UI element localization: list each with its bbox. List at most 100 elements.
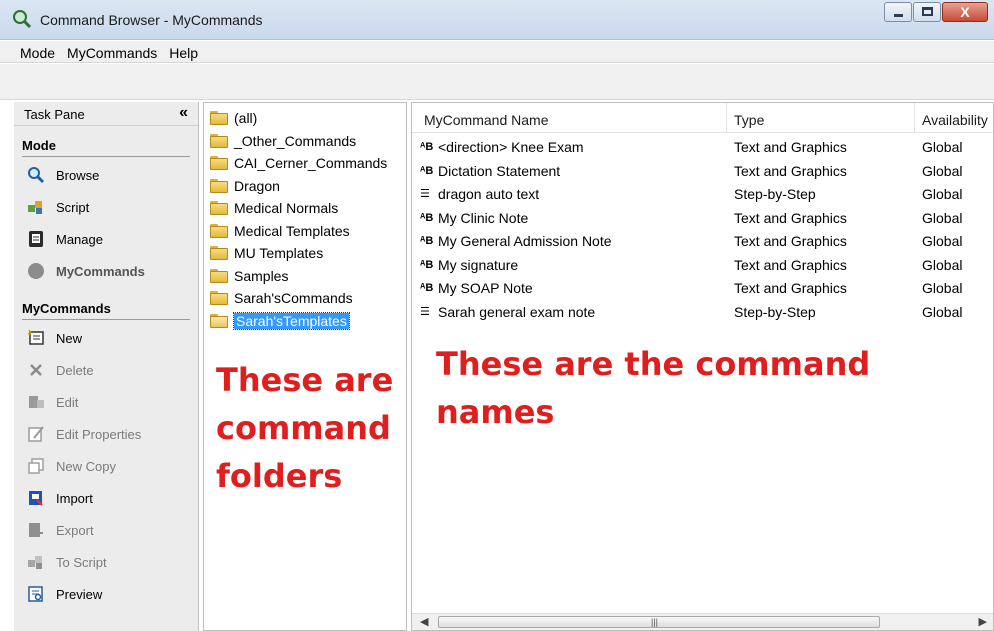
collapse-pane-button[interactable]: « — [179, 104, 188, 122]
table-row[interactable]: ᴬB <direction> Knee Exam Text and Graphi… — [412, 136, 993, 159]
table-row[interactable]: ᴬB My General Admission Note Text and Gr… — [412, 230, 993, 253]
close-button[interactable]: X — [942, 2, 988, 22]
table-row[interactable]: ᴬB My SOAP Note Text and Graphics Global — [412, 277, 993, 300]
names-annotation-line: These are the command — [436, 345, 871, 383]
app-magnifier-icon — [13, 10, 32, 29]
mode-browse[interactable]: Browse — [14, 159, 198, 191]
mode-section-heading: Mode — [22, 138, 190, 157]
command-name: Dictation Statement — [438, 162, 561, 179]
action-to-script[interactable]: To Script — [14, 546, 198, 578]
text-graphics-icon: ᴬB — [420, 282, 434, 294]
action-edit[interactable]: Edit — [14, 386, 198, 418]
maximize-icon — [922, 7, 933, 16]
manage-book-icon — [29, 231, 43, 247]
folder-item-samples[interactable]: Samples — [204, 265, 406, 288]
action-import[interactable]: Import — [14, 482, 198, 514]
folder-label: Medical Normals — [234, 200, 339, 217]
minimize-button[interactable] — [884, 2, 912, 22]
folder-icon — [210, 156, 228, 171]
mode-manage[interactable]: Manage — [14, 223, 198, 255]
scroll-left-arrow-icon[interactable]: ◀ — [420, 615, 428, 628]
column-header-type[interactable]: Type — [734, 112, 764, 128]
folder-label-selected: Sarah'sTemplates — [233, 311, 350, 330]
folder-item-medical-normals[interactable]: Medical Normals — [204, 197, 406, 220]
mycommands-section-heading: MyCommands — [22, 301, 190, 320]
task-pane: Task Pane « Mode Browse Script Manage My… — [14, 102, 199, 631]
mode-manage-label: Manage — [56, 231, 103, 247]
menu-bar: Mode MyCommands Help — [0, 41, 994, 63]
table-row[interactable]: ᴬB My Clinic Note Text and Graphics Glob… — [412, 207, 993, 230]
mycommands-circle-icon — [28, 263, 44, 279]
folder-label: Samples — [234, 267, 289, 284]
maximize-button[interactable] — [913, 2, 941, 22]
folder-icon — [210, 246, 228, 261]
command-type: Text and Graphics — [734, 233, 847, 249]
text-graphics-icon: ᴬB — [420, 235, 434, 247]
mode-script-label: Script — [56, 199, 90, 215]
command-name: dragon auto text — [438, 186, 540, 202]
task-pane-header: Task Pane « — [14, 102, 198, 126]
folder-icon — [210, 223, 228, 238]
action-new-copy-label: New Copy — [56, 458, 116, 474]
folder-item-sarahs-templates[interactable]: Sarah'sTemplates — [204, 310, 406, 333]
export-icon — [29, 523, 43, 537]
mode-mycommands-label: MyCommands — [56, 263, 145, 279]
mode-mycommands[interactable]: MyCommands — [14, 255, 198, 287]
folder-icon — [210, 201, 228, 216]
action-export[interactable]: Export — [14, 514, 198, 546]
folders-annotation-line: folders — [216, 457, 343, 495]
folder-item-medical-templates[interactable]: Medical Templates — [204, 220, 406, 243]
horizontal-scrollbar[interactable]: ◀ ||| ▶ — [412, 613, 993, 630]
folder-item-all[interactable]: (all) — [204, 107, 406, 130]
action-delete-label: Delete — [56, 362, 94, 378]
action-edit-properties[interactable]: Edit Properties — [14, 418, 198, 450]
column-divider[interactable] — [726, 103, 727, 133]
column-header-name[interactable]: MyCommand Name — [424, 112, 548, 128]
folder-item-cai-cerner-commands[interactable]: CAI_Cerner_Commands — [204, 152, 406, 175]
text-graphics-icon: ᴬB — [420, 141, 434, 153]
action-delete[interactable]: Delete — [14, 354, 198, 386]
menu-mycommands[interactable]: MyCommands — [61, 41, 163, 62]
menu-mode[interactable]: Mode — [14, 41, 61, 62]
command-name: Sarah general exam note — [438, 303, 596, 320]
folder-label: Sarah'sCommands — [234, 290, 353, 307]
window-title: Command Browser - MyCommands — [40, 12, 263, 28]
action-new[interactable]: New — [14, 322, 198, 354]
action-edit-properties-label: Edit Properties — [56, 426, 142, 442]
action-to-script-label: To Script — [56, 554, 107, 570]
folder-label: MU Templates — [234, 245, 324, 262]
action-preview[interactable]: Preview — [14, 578, 198, 610]
new-command-icon — [28, 329, 44, 345]
folder-item-sarahs-commands[interactable]: Sarah'sCommands — [204, 287, 406, 310]
command-type: Step-by-Step — [734, 303, 816, 320]
folder-icon — [210, 133, 228, 148]
task-pane-title: Task Pane — [24, 107, 85, 122]
table-row[interactable]: ᴬB My signature Text and Graphics Global — [412, 254, 993, 277]
folder-item-dragon[interactable]: Dragon — [204, 175, 406, 198]
command-availability: Global — [922, 280, 963, 296]
action-export-label: Export — [56, 522, 94, 538]
action-import-label: Import — [56, 490, 93, 506]
open-folder-icon — [210, 313, 228, 328]
edit-icon — [29, 396, 44, 408]
scrollbar-thumb[interactable]: ||| — [438, 616, 880, 628]
scroll-right-arrow-icon[interactable]: ▶ — [979, 615, 987, 628]
table-row[interactable]: ☰ dragon auto text Step-by-Step Global — [412, 183, 993, 206]
mode-script[interactable]: Script — [14, 191, 198, 223]
action-preview-label: Preview — [56, 586, 103, 602]
table-row[interactable]: ᴬB Dictation Statement Text and Graphics… — [412, 160, 993, 183]
command-availability: Global — [922, 186, 963, 202]
column-divider[interactable] — [914, 103, 915, 133]
names-annotation: These are the command names — [436, 340, 976, 436]
command-name: <direction> Knee Exam — [438, 139, 584, 155]
table-row[interactable]: ☰ Sarah general exam note Step-by-Step G… — [412, 301, 993, 324]
text-graphics-icon: ᴬB — [420, 258, 434, 271]
folder-item-other-commands[interactable]: _Other_Commands — [204, 130, 406, 153]
preview-icon — [28, 586, 43, 602]
menu-help[interactable]: Help — [163, 41, 204, 62]
mode-browse-label: Browse — [56, 167, 100, 183]
action-edit-label: Edit — [56, 394, 79, 410]
action-new-copy[interactable]: New Copy — [14, 450, 198, 482]
folder-item-mu-templates[interactable]: MU Templates — [204, 242, 406, 265]
column-header-availability[interactable]: Availability — [922, 112, 988, 128]
